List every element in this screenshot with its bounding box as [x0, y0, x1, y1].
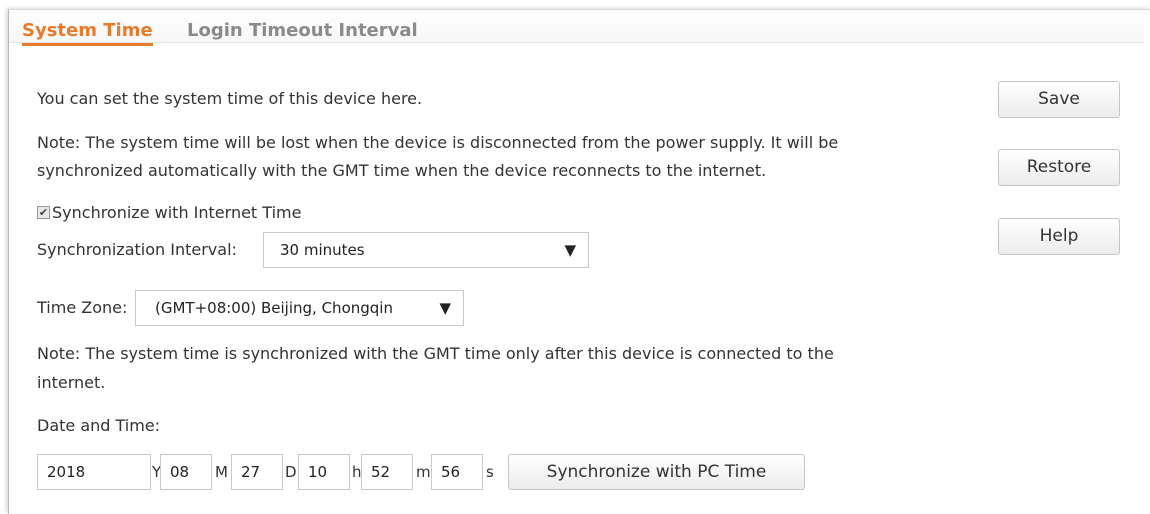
sync-with-pc-time-button[interactable]: Synchronize with PC Time — [508, 454, 805, 490]
power-note-line-2: synchronized automatically with the GMT … — [37, 161, 767, 180]
time-zone-value: (GMT+08:00) Beijing, Chongqin — [155, 299, 393, 317]
sync-interval-label: Synchronization Interval: — [37, 240, 237, 259]
time-zone-select[interactable]: (GMT+08:00) Beijing, Chongqin ▼ — [135, 290, 464, 326]
tab-login-timeout-interval[interactable]: Login Timeout Interval — [187, 20, 418, 42]
minute-input[interactable]: 52 — [361, 454, 413, 490]
gmt-note-line-2: internet. — [37, 373, 106, 392]
gmt-note-line-1: Note: The system time is synchronized wi… — [37, 344, 834, 363]
sync-interval-value: 30 minutes — [280, 241, 365, 259]
tab-bar: System Time Login Timeout Interval — [9, 10, 1144, 46]
triangle-down-icon: ▼ — [564, 241, 576, 259]
sync-interval-select[interactable]: 30 minutes ▼ — [263, 232, 589, 268]
month-input[interactable]: 08 — [160, 454, 212, 490]
day-input[interactable]: 27 — [231, 454, 283, 490]
minute-unit: m — [416, 463, 431, 481]
triangle-down-icon: ▼ — [439, 299, 451, 317]
power-note-line-1: Note: The system time will be lost when … — [37, 133, 839, 152]
time-zone-label: Time Zone: — [37, 298, 128, 317]
year-input[interactable]: 2018 — [37, 454, 151, 490]
hour-input[interactable]: 10 — [298, 454, 350, 490]
help-button[interactable]: Help — [998, 218, 1120, 255]
restore-button[interactable]: Restore — [998, 149, 1120, 186]
checkmark-icon: ✔ — [38, 206, 49, 219]
second-input[interactable]: 56 — [431, 454, 483, 490]
save-button[interactable]: Save — [998, 81, 1120, 118]
month-unit: M — [215, 463, 228, 481]
sync-internet-time-checkbox[interactable]: ✔ — [37, 206, 50, 219]
day-unit: D — [285, 463, 297, 481]
date-time-label: Date and Time: — [37, 416, 161, 435]
intro-text: You can set the system time of this devi… — [37, 89, 423, 108]
tab-system-time[interactable]: System Time — [22, 20, 153, 46]
sync-internet-time-label: Synchronize with Internet Time — [52, 203, 302, 222]
second-unit: s — [486, 463, 494, 481]
